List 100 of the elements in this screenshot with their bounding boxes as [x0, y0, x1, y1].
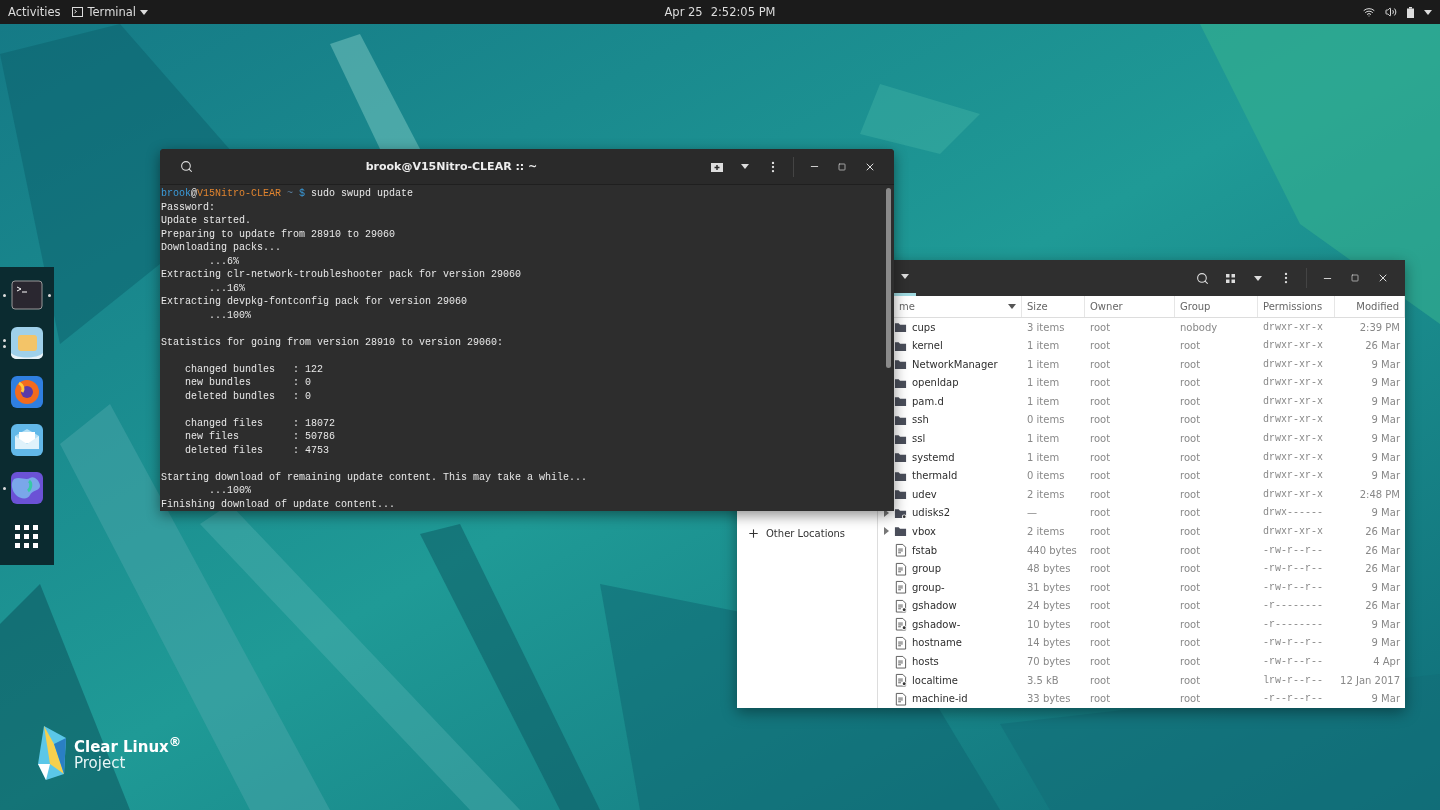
running-indicator	[3, 294, 6, 298]
app-menu[interactable]: Terminal	[72, 5, 149, 19]
file-name[interactable]: gshadow	[907, 600, 1022, 612]
modified-cell-text: 9 Mar	[1370, 395, 1401, 407]
owner-cell-text: root	[1089, 618, 1112, 630]
file-name[interactable]: hostname	[907, 637, 1022, 649]
file-name[interactable]: thermald	[907, 470, 1022, 482]
file-name[interactable]: openldap	[907, 377, 1022, 389]
permissions-cell-text: -r--------	[1262, 618, 1324, 630]
permissions-cell-text: drwxr-xr-x	[1262, 340, 1324, 352]
modified-cell-text: 9 Mar	[1370, 358, 1401, 370]
size-cell-text: 24 bytes	[1026, 600, 1072, 612]
column-header[interactable]: Permissions	[1258, 296, 1335, 317]
permissions-cell-text: -r--------	[1262, 600, 1324, 612]
output-line: Starting download of remaining update content. This may take a while...	[161, 470, 589, 484]
size-cell-text: 31 bytes	[1026, 581, 1072, 593]
column-header[interactable]: me	[894, 296, 1022, 317]
size-cell-text: 10 bytes	[1026, 618, 1072, 630]
focus-indicator	[48, 294, 51, 298]
group-cell-text: root	[1179, 451, 1202, 463]
grid-icon	[1225, 273, 1235, 283]
file-name[interactable]: kernel	[907, 340, 1022, 352]
volume-icon[interactable]	[1385, 6, 1397, 18]
output-line: changed files : 18072	[184, 416, 337, 430]
file-name[interactable]: fstab	[907, 544, 1022, 556]
modified-cell-text: 12 Jan 2017	[1339, 674, 1401, 686]
terminal-icon	[72, 7, 84, 17]
window-title: brook@V15Nitro-CLEAR :: ~	[364, 160, 539, 173]
group-cell-text: root	[1179, 488, 1202, 500]
file-name[interactable]: systemd	[907, 451, 1022, 463]
file-name[interactable]: ssl	[907, 433, 1022, 445]
file-icon	[894, 580, 907, 595]
file-name[interactable]: gshadow-	[907, 618, 1022, 630]
size-cell-text: 48 bytes	[1026, 563, 1072, 575]
file-name[interactable]: cups	[907, 321, 1022, 333]
size-cell-text: 3.5 kB	[1026, 674, 1060, 686]
caret-icon	[1254, 275, 1262, 281]
column-header[interactable]: Group	[1175, 296, 1258, 317]
wifi-icon[interactable]	[1363, 6, 1375, 18]
app-grid-icon	[15, 524, 39, 549]
file-name[interactable]: ssh	[907, 414, 1022, 426]
modified-cell-text: 9 Mar	[1370, 470, 1401, 482]
output-line: Preparing to update from 28910 to 29060	[161, 227, 397, 241]
permissions-cell-text: lrw-r--r--	[1262, 674, 1324, 686]
owner-cell-text: root	[1089, 321, 1112, 333]
permissions-cell-text: drwxr-xr-x	[1262, 451, 1324, 463]
output-line: new bundles : 0	[184, 376, 313, 390]
permissions-cell-text: -rw-r--r--	[1262, 544, 1324, 556]
plus-icon	[747, 526, 760, 540]
modified-cell-text: 26 Mar	[1364, 600, 1401, 612]
maximize-icon	[838, 162, 846, 171]
size-cell-text: 1 item	[1026, 433, 1061, 445]
size-cell-text: 1 item	[1026, 358, 1061, 370]
group-cell-text: root	[1179, 544, 1202, 556]
file-name[interactable]: hosts	[907, 656, 1022, 667]
size-cell-text: 1 item	[1026, 377, 1061, 389]
permissions-cell-text: -rw-r--r--	[1262, 637, 1324, 649]
scrollbar-thumb[interactable]	[886, 188, 891, 368]
output-line: ...6%	[208, 254, 240, 268]
globe-icon	[10, 471, 44, 506]
group-cell-text: root	[1179, 340, 1202, 352]
file-icon	[894, 635, 907, 650]
owner-cell-text: root	[1089, 563, 1112, 575]
column-header[interactable]: Size	[1022, 296, 1085, 317]
expander-icon[interactable]	[883, 508, 889, 517]
file-name[interactable]: pam.d	[907, 395, 1022, 407]
permissions-cell-text: drwx------	[1262, 507, 1324, 519]
owner-cell-text: root	[1089, 637, 1112, 649]
date-text[interactable]: Apr 25	[664, 5, 703, 19]
sidebar-item[interactable]: Other Locations	[737, 524, 856, 542]
caret-icon	[1424, 9, 1432, 15]
modified-cell-text: 2:39 PM	[1358, 321, 1401, 333]
output-line: ...100%	[208, 308, 252, 322]
expander-icon[interactable]	[883, 527, 889, 536]
permissions-cell-text: drwxr-xr-x	[1262, 525, 1324, 537]
group-cell-text: root	[1179, 395, 1202, 407]
owner-cell-text: root	[1089, 433, 1112, 445]
file-name[interactable]: NetworkManager	[907, 358, 1022, 370]
file-name[interactable]: localtime	[907, 674, 1022, 686]
file-name[interactable]: group-	[907, 581, 1022, 593]
output-line: Extracting clr-network-troubleshooter pack for version 29060	[161, 268, 523, 282]
running-indicator	[3, 487, 6, 491]
owner-cell-text: root	[1089, 544, 1112, 556]
file-name[interactable]: udisks2	[907, 507, 1022, 519]
activities-button[interactable]: Activities	[8, 5, 61, 19]
modified-cell-text: 9 Mar	[1370, 618, 1401, 630]
file-name[interactable]: group	[907, 563, 1022, 575]
battery-icon[interactable]	[1407, 6, 1414, 18]
file-name[interactable]: vbox	[907, 525, 1022, 537]
modified-cell-text: 9 Mar	[1370, 451, 1401, 463]
group-cell-text: root	[1179, 525, 1202, 537]
file-name[interactable]: udev	[907, 488, 1022, 500]
logo-title: Clear Linux$^{®}$	[74, 734, 182, 755]
column-header[interactable]: Modified	[1335, 296, 1405, 317]
close-icon	[1377, 272, 1389, 284]
clock-text[interactable]: 2:52:05 PM	[710, 5, 776, 19]
column-header[interactable]: Owner	[1085, 296, 1175, 317]
permissions-cell-text: drwxr-xr-x	[1262, 433, 1324, 445]
file-name[interactable]: machine-id	[907, 693, 1022, 705]
size-cell-text: 440 bytes	[1026, 544, 1078, 556]
